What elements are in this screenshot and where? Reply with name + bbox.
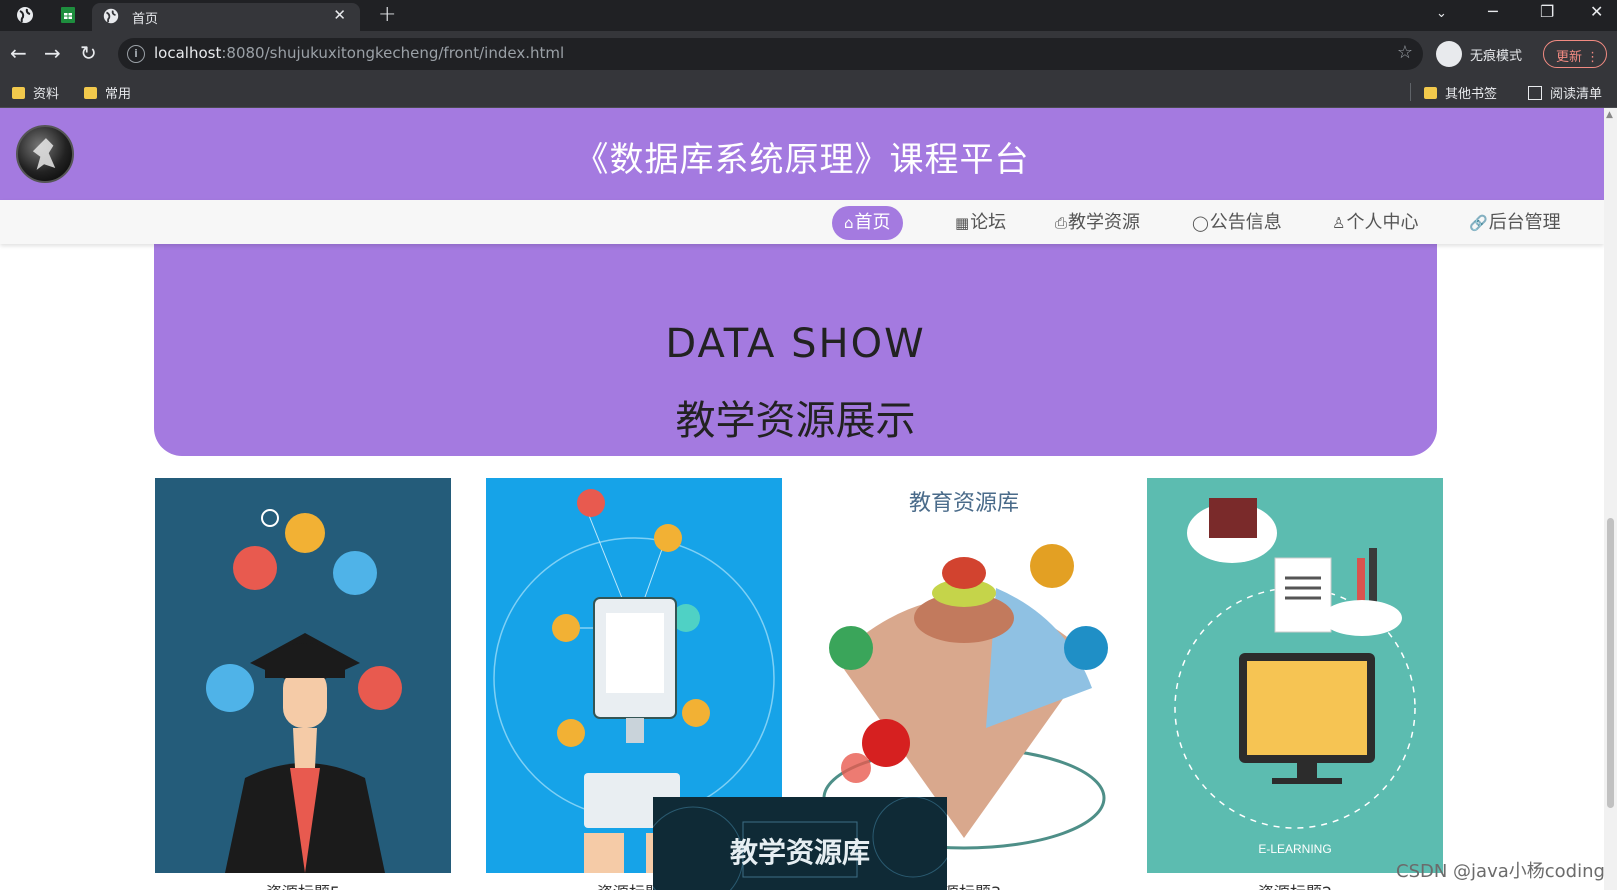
section-banner: DATA SHOW 教学资源展示 (154, 228, 1437, 456)
globe-icon (103, 8, 119, 24)
reading-list-icon (1528, 85, 1542, 100)
page-viewport: 《数据库系统原理》课程平台 ⌂首页 ▦论坛 ⎙教学资源 ◯公告信息 ♙个人中心 … (0, 108, 1604, 890)
tab-title: 首页 (132, 12, 159, 27)
bookmark-folder[interactable]: 资料 (12, 83, 59, 102)
incognito-icon[interactable] (1436, 41, 1462, 67)
folder-icon (84, 86, 97, 99)
notice-icon: ◯ (1192, 214, 1209, 232)
page-scrollbar[interactable]: ▲ (1604, 108, 1617, 890)
home-icon: ⌂ (844, 214, 854, 232)
forum-icon: ▦ (955, 214, 970, 232)
reading-list[interactable]: 阅读清单 (1528, 83, 1602, 102)
graduate-illustration (206, 509, 402, 873)
bookmark-folder[interactable]: 常用 (84, 83, 131, 102)
nav-label: 个人中心 (1346, 212, 1419, 233)
resource-icon: ⎙ (1055, 214, 1068, 232)
bookmark-label: 常用 (105, 87, 132, 102)
back-button[interactable]: ← (10, 41, 27, 65)
site-info-icon[interactable]: i (127, 45, 145, 63)
minimize-button[interactable]: ─ (1488, 2, 1498, 21)
other-bookmarks[interactable]: 其他书签 (1424, 83, 1497, 102)
bookmarks-bar: 资料 常用 其他书签 阅读清单 (0, 77, 1617, 108)
nav-item-forum[interactable]: ▦论坛 (955, 206, 1006, 240)
resource-card-partial[interactable]: 教学资源库 (653, 797, 947, 890)
nav-label: 论坛 (970, 212, 1007, 233)
folder-icon (1424, 86, 1437, 99)
e-learning-illustration: E-LEARNING (1174, 498, 1416, 856)
reading-list-label: 阅读清单 (1550, 87, 1603, 102)
section-title-cn: 教学资源展示 (675, 398, 916, 444)
browser-tab-bar: 首页 ✕ + ⌄ ─ ❐ ✕ (0, 0, 1617, 31)
incognito-label: 无痕模式 (1470, 49, 1523, 64)
site-header: 《数据库系统原理》课程平台 (0, 108, 1604, 200)
main-nav: ⌂首页 ▦论坛 ⎙教学资源 ◯公告信息 ♙个人中心 🔗后台管理 (0, 200, 1604, 244)
nav-item-profile[interactable]: ♙个人中心 (1332, 206, 1418, 240)
restore-button[interactable]: ❐ (1540, 2, 1554, 21)
scroll-thumb[interactable] (1607, 518, 1614, 808)
site-title: 《数据库系统原理》课程平台 (574, 140, 1030, 180)
folder-icon (12, 86, 25, 99)
scroll-up-icon[interactable]: ▲ (1606, 110, 1613, 120)
bottom-card-title: 教学资源库 (729, 836, 870, 869)
watermark: CSDN @java小杨coding (1396, 861, 1605, 882)
active-tab[interactable]: 首页 ✕ (92, 3, 360, 31)
forward-button[interactable]: → (44, 41, 61, 65)
nav-label: 后台管理 (1488, 212, 1561, 233)
bookmark-label: 资料 (33, 87, 60, 102)
reload-button[interactable]: ↻ (80, 41, 97, 65)
image-caption-text: 教育资源库 (909, 490, 1019, 515)
close-tab-icon[interactable]: ✕ (333, 6, 346, 24)
nav-item-home[interactable]: ⌂首页 (832, 206, 903, 240)
bookmarks-divider (1410, 83, 1411, 101)
link-icon: 🔗 (1469, 214, 1488, 232)
browser-toolbar: ← → ↻ i localhost:8080/shujukuxitongkech… (0, 31, 1617, 77)
nav-item-resources[interactable]: ⎙教学资源 (1055, 206, 1140, 240)
resource-title[interactable]: 资源标题5 (155, 879, 451, 890)
url-text: localhost:8080/shujukuxitongkecheng/fron… (154, 44, 565, 62)
nav-label: 首页 (854, 212, 891, 233)
user-icon: ♙ (1332, 214, 1346, 232)
resource-card[interactable]: 资源标题5 (155, 478, 451, 890)
nav-label: 教学资源 (1068, 212, 1141, 233)
image-caption-text: E-LEARNING (1258, 842, 1331, 856)
update-label: 更新 (1556, 50, 1583, 65)
address-bar[interactable]: i localhost:8080/shujukuxitongkecheng/fr… (118, 38, 1423, 70)
new-tab-button[interactable]: + (378, 2, 396, 27)
nav-label: 公告信息 (1209, 212, 1282, 233)
section-title-en: DATA SHOW (665, 321, 926, 367)
bookmark-star-icon[interactable]: ☆ (1397, 42, 1413, 63)
sheets-icon[interactable] (58, 5, 78, 25)
resource-image[interactable] (155, 478, 451, 873)
window-close-button[interactable]: ✕ (1590, 2, 1603, 21)
update-button[interactable]: 更新 ⋮ (1543, 40, 1607, 68)
nav-item-admin[interactable]: 🔗后台管理 (1469, 206, 1561, 240)
tab-search-icon[interactable]: ⌄ (1436, 6, 1447, 21)
resource-card[interactable]: E-LEARNING 资源标题2 (1147, 478, 1443, 890)
resource-image[interactable]: E-LEARNING (1147, 478, 1443, 873)
other-bookmarks-label: 其他书签 (1445, 87, 1498, 102)
nav-item-notices[interactable]: ◯公告信息 (1192, 206, 1282, 240)
globe-icon[interactable] (15, 5, 35, 25)
